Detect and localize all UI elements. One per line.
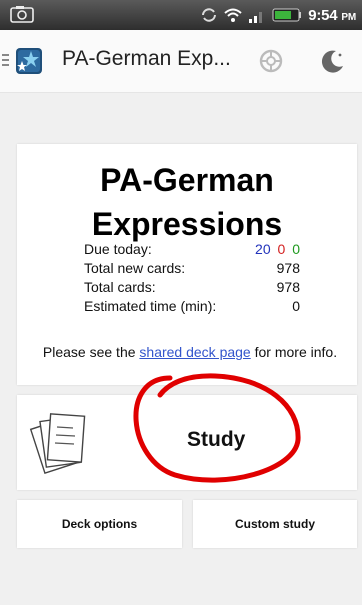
up-caret-icon[interactable] <box>2 52 10 68</box>
signal-icon <box>249 12 263 23</box>
cards-icon <box>29 413 86 475</box>
status-bar: 9:54 PM <box>0 0 362 30</box>
estimated-time-value: 0 <box>292 298 300 314</box>
note-text-after: for more info. <box>250 344 338 360</box>
stat-row-estimate: Estimated time (min): 0 <box>84 297 300 316</box>
estimated-time-label: Estimated time (min): <box>84 298 217 314</box>
deck-title: PA-German Expressions <box>91 162 283 242</box>
total-cards-value: 978 <box>276 279 300 295</box>
due-today-values: 20 0 0 <box>252 240 300 259</box>
night-mode-icon[interactable] <box>318 46 348 76</box>
stat-row-total: Total cards: 978 <box>84 278 300 297</box>
anki-logo-icon[interactable] <box>13 45 45 77</box>
deck-stats: Due today: 20 0 0 Total new cards: 978 T… <box>84 240 300 316</box>
action-bar: PA-German Exp... <box>0 30 362 93</box>
due-review-count: 0 <box>292 241 300 257</box>
deck-description: Please see the shared deck page for more… <box>29 343 351 362</box>
due-learning-count: 0 <box>277 241 286 257</box>
sync-icon[interactable] <box>256 46 286 76</box>
status-time: 9:54 PM <box>308 6 356 24</box>
shared-deck-link[interactable]: shared deck page <box>139 344 250 360</box>
deck-info-card: PA-German Expressions Due today: 20 0 0 … <box>17 144 357 385</box>
total-new-value: 978 <box>276 260 300 276</box>
deck-options-button[interactable]: Deck options <box>17 500 182 548</box>
stat-row-total-new: Total new cards: 978 <box>84 259 300 278</box>
study-button[interactable]: Study <box>17 395 357 490</box>
study-label: Study <box>187 428 246 451</box>
total-new-label: Total new cards: <box>84 260 186 276</box>
due-new-count: 20 <box>255 241 271 257</box>
note-text-before: Please see the <box>42 344 140 360</box>
app-title: PA-German Exp... <box>62 47 231 70</box>
custom-study-button[interactable]: Custom study <box>193 500 357 548</box>
wifi-icon <box>224 8 242 22</box>
due-today-label: Due today: <box>84 241 152 257</box>
battery-icon <box>272 8 302 22</box>
total-cards-label: Total cards: <box>84 279 156 295</box>
screenshot-icon <box>10 6 34 23</box>
sync-status-icon <box>202 8 217 22</box>
stat-row-due: Due today: 20 0 0 <box>84 240 300 259</box>
